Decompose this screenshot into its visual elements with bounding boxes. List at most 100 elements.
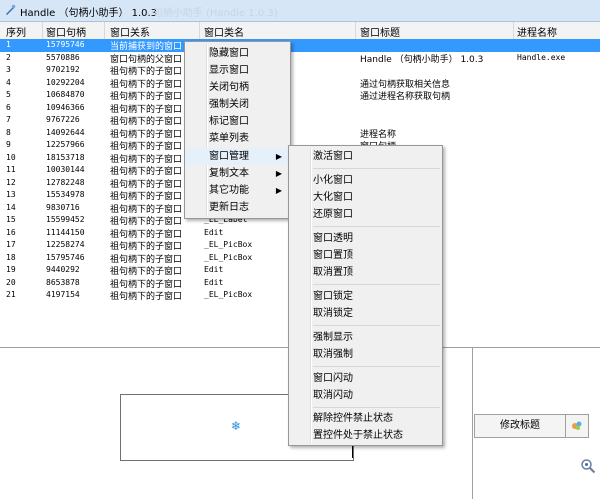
window-management-submenu: 激活窗口 小化窗口 大化窗口 还原窗口 窗口透明 窗口置顶 取消置顶 窗口锁定 …	[288, 145, 443, 446]
column-header-title[interactable]: 窗口标题	[360, 24, 400, 39]
cell-handle: 11144150	[46, 227, 85, 237]
cell-index: 16	[6, 227, 16, 237]
table-header: 序列 窗口句柄 窗口关系 窗口类名 窗口标题 进程名称	[0, 22, 600, 40]
cell-index: 1	[6, 40, 11, 49]
cell-index: 5	[6, 90, 11, 99]
table-row[interactable]: 410292204祖句柄下的子窗口1900015:0通过句柄获取相关信息	[0, 77, 600, 90]
cell-index: 21	[6, 290, 16, 299]
table-row[interactable]: 7 9767226 祖句柄下的子窗口	[0, 114, 600, 127]
menu-item-other-functions[interactable]: 其它功能 ▶	[185, 182, 290, 199]
cell-relation: 窗口句柄的父窗口	[110, 54, 183, 65]
chevron-right-icon: ▶	[275, 186, 282, 195]
cell-handle: 12782248	[46, 177, 85, 187]
submenu-item-topmost[interactable]: 窗口置顶	[289, 247, 442, 264]
cell-relation: 祖句柄下的子窗口	[110, 79, 183, 90]
cell-handle: 5570886	[46, 52, 80, 62]
cell-relation: 祖句柄下的子窗口	[110, 242, 183, 252]
submenu-item-maximize[interactable]: 大化窗口	[289, 189, 442, 206]
cell-handle: 10684870	[46, 90, 85, 99]
menu-item-menu-list[interactable]: 菜单列表	[185, 130, 290, 147]
color-picker-icon[interactable]	[565, 414, 589, 438]
cell-relation: 祖句柄下的子窗口	[110, 104, 183, 115]
table-row[interactable]: 6 10946366 祖句柄下的子窗口	[0, 102, 600, 115]
submenu-item-cancel-force[interactable]: 取消强制	[289, 346, 442, 363]
submenu-item-restore[interactable]: 还原窗口	[289, 206, 442, 223]
crosshair-icon[interactable]: ❄	[231, 419, 241, 433]
window-title: Handle （句柄小助手） 1.0.3	[20, 8, 158, 19]
submenu-item-flash[interactable]: 窗口闪动	[289, 370, 442, 387]
cell-relation: 当前捕获到的窗口	[110, 42, 183, 52]
magnifier-icon[interactable]	[580, 458, 596, 474]
cell-relation: 祖句柄下的子窗口	[110, 179, 183, 190]
column-header-relation[interactable]: 窗口关系	[110, 24, 150, 39]
submenu-item-activate[interactable]: 激活窗口	[289, 148, 442, 165]
submenu-item-unlock[interactable]: 取消锁定	[289, 305, 442, 322]
column-header-handle[interactable]: 窗口句柄	[46, 24, 86, 39]
menu-item-changelog[interactable]: 更新日志	[185, 199, 290, 216]
cell-index: 12	[6, 177, 16, 187]
menu-item-hide-window[interactable]: 隐藏窗口	[185, 45, 290, 62]
context-menu: 隐藏窗口 显示窗口 关闭句柄 强制关闭 标记窗口 菜单列表 窗口管理 ▶ 复制文本…	[184, 41, 291, 219]
cell-relation: 祖句柄下的子窗口	[110, 192, 183, 202]
submenu-item-lock[interactable]: 窗口锁定	[289, 288, 442, 305]
table-row[interactable]: 510684870祖句柄下的子窗口1900015:0通过进程名称获取句柄	[0, 89, 600, 102]
cell-relation: 祖句柄下的子窗口	[110, 142, 183, 152]
submenu-item-cancel-topmost[interactable]: 取消置顶	[289, 264, 442, 281]
column-header-class[interactable]: 窗口类名	[204, 24, 244, 39]
cell-handle: 4197154	[46, 290, 80, 299]
submenu-item-transparent[interactable]: 窗口透明	[289, 230, 442, 247]
cell-index: 11	[6, 165, 16, 174]
cell-relation: 祖句柄下的子窗口	[110, 117, 183, 127]
cell-handle: 12257966	[46, 140, 85, 149]
cell-class: Edit	[204, 277, 224, 287]
menu-item-copy-text[interactable]: 复制文本 ▶	[185, 165, 290, 182]
submenu-item-cancel-flash[interactable]: 取消闪动	[289, 387, 442, 404]
edit-title-button[interactable]: 修改标题	[474, 414, 566, 438]
cell-handle: 15534978	[46, 190, 85, 199]
window-titlebar: Handle （句柄小助手） 1.0.3 - 句柄小助手 (Handle 1.0…	[0, 0, 600, 22]
cell-class: _EL_PicBox	[204, 252, 253, 262]
cell-index: 2	[6, 52, 11, 62]
menu-item-window-management[interactable]: 窗口管理 ▶	[185, 148, 290, 165]
cell-index: 14	[6, 202, 16, 212]
menu-item-show-window[interactable]: 显示窗口	[185, 62, 290, 79]
column-header-index[interactable]: 序列	[6, 24, 26, 39]
submenu-item-minimize[interactable]: 小化窗口	[289, 172, 442, 189]
column-header-process[interactable]: 进程名称	[517, 24, 557, 39]
table-row[interactable]: 1 15795746 当前捕获到的窗口	[0, 39, 600, 52]
cell-relation: 祖句柄下的子窗口	[110, 279, 183, 290]
cell-class: _EL_PicBox	[204, 240, 253, 249]
cell-class: Edit	[204, 265, 224, 274]
cell-handle: 15795746	[46, 40, 85, 49]
cell-index: 17	[6, 240, 16, 249]
chevron-right-icon: ▶	[275, 169, 282, 178]
cell-index: 20	[6, 277, 16, 287]
cell-title: 进程名称	[360, 129, 397, 140]
cell-index: 15	[6, 215, 16, 224]
submenu-item-force-show[interactable]: 强制显示	[289, 329, 442, 346]
menu-item-mark-window[interactable]: 标记窗口	[185, 113, 290, 130]
table-row[interactable]: 8 14092644 祖句柄下的子窗口 进程名称	[0, 127, 600, 140]
submenu-item-disable-control[interactable]: 置控件处于禁止状态	[289, 427, 442, 444]
submenu-item-enable-control[interactable]: 解除控件禁止状态	[289, 410, 442, 427]
cell-handle: 9767226	[46, 115, 80, 124]
cell-title: 通过进程名称获取句柄	[360, 92, 451, 102]
menu-item-close-handle[interactable]: 关闭句柄	[185, 79, 290, 96]
table-row[interactable]: 3 9702192 祖句柄下的子窗口	[0, 64, 600, 77]
cell-index: 13	[6, 190, 16, 199]
cell-title: Handle （句柄小助手） 1.0.3	[360, 54, 484, 65]
cell-index: 8	[6, 127, 11, 137]
cell-handle: 14092644	[46, 127, 85, 137]
cell-handle: 8653878	[46, 277, 80, 287]
cell-relation: 祖句柄下的子窗口	[110, 292, 183, 302]
cell-handle: 18153718	[46, 152, 85, 162]
cell-handle: 15599452	[46, 215, 85, 224]
cell-process: Handle.exe	[517, 52, 566, 62]
cell-relation: 祖句柄下的子窗口	[110, 167, 183, 177]
menu-item-force-close[interactable]: 强制关闭	[185, 96, 290, 113]
table-row[interactable]: 2 5570886 窗口句柄的父窗口 Handle （句柄小助手） 1.0.3 Hand…	[0, 52, 600, 65]
cell-index: 19	[6, 265, 16, 274]
cell-index: 9	[6, 140, 11, 149]
divider	[472, 348, 473, 499]
cell-handle: 10946366	[46, 102, 85, 112]
